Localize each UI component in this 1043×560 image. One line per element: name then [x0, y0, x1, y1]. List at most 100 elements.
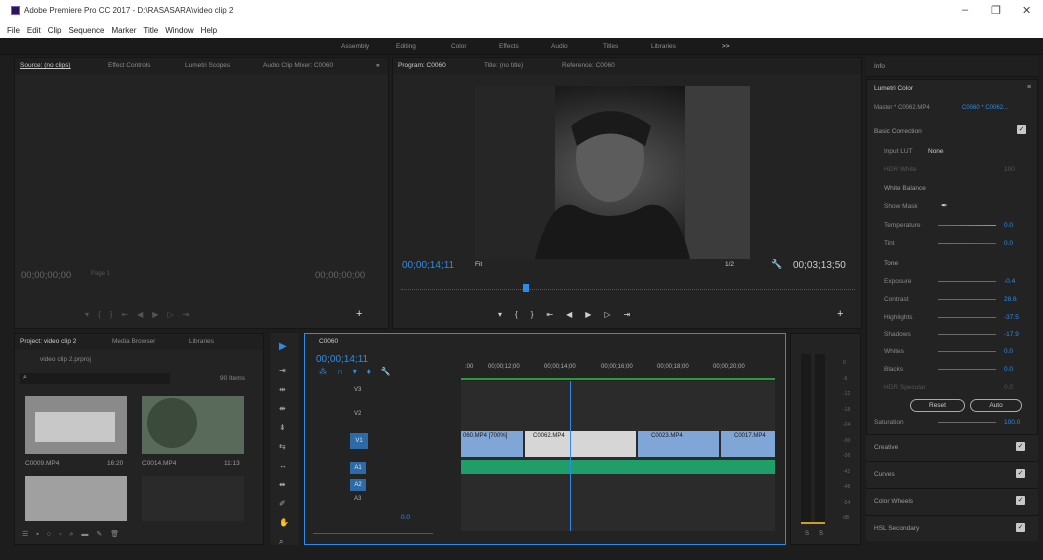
track-a2[interactable]: A2 — [350, 479, 366, 491]
source-transport[interactable]: ▾{}⇤◀▶▷⇥ — [85, 310, 198, 319]
workspace-overflow[interactable]: >> — [722, 43, 730, 50]
clip-thumbnail[interactable] — [142, 476, 244, 521]
workspace-editing[interactable]: Editing — [396, 43, 416, 50]
source-add-button[interactable]: + — [356, 308, 362, 320]
reset-button[interactable]: Reset — [910, 399, 965, 412]
curves-checkbox[interactable]: ✓ — [1016, 469, 1025, 478]
tint-value[interactable]: 0.0 — [1004, 240, 1013, 247]
source-page[interactable]: Page 1 — [91, 271, 110, 277]
menu-sequence[interactable]: Sequence — [68, 26, 104, 35]
project-search-input[interactable]: ⌕ — [20, 373, 170, 384]
tab-program[interactable]: Program: C0060 — [398, 62, 446, 69]
track-v3[interactable]: V3 — [354, 387, 361, 393]
wrench-icon[interactable]: 🔧 — [771, 259, 782, 270]
clip-thumbnail[interactable] — [25, 396, 127, 454]
curves-section[interactable]: Curves ✓ — [866, 461, 1038, 487]
hdr-specular-value[interactable]: 0.0 — [1004, 384, 1013, 391]
program-timecode[interactable]: 00;00;14;11 — [402, 260, 454, 271]
hdr-white-value[interactable]: 100 — [1004, 166, 1015, 173]
highlights-value[interactable]: -37.5 — [1004, 314, 1019, 321]
menu-file[interactable]: File — [7, 26, 20, 35]
menu-help[interactable]: Help — [201, 26, 217, 35]
overflow-icon[interactable]: » — [376, 62, 380, 69]
track-v1[interactable]: V1 — [350, 433, 368, 449]
basic-correction-checkbox[interactable]: ✓ — [1017, 125, 1026, 134]
tab-libraries[interactable]: Libraries — [189, 338, 214, 345]
temperature-slider[interactable] — [938, 225, 996, 226]
tab-effect-controls[interactable]: Effect Controls — [108, 62, 151, 69]
timeline-clip-selected[interactable]: C0062.MP4 — [525, 431, 636, 457]
eyedropper-icon[interactable]: ✒ — [941, 201, 948, 210]
menu-edit[interactable]: Edit — [27, 26, 41, 35]
timeline-timecode[interactable]: 00;00;14;11 — [316, 354, 368, 365]
workspace-titles[interactable]: Titles — [603, 43, 618, 50]
timeline-ruler[interactable]: :00 00;00;12;00 00;00;14;00 00;00;16;00 … — [461, 364, 776, 376]
tone[interactable]: Tone — [884, 260, 898, 267]
shadows-value[interactable]: -17.9 — [1004, 331, 1019, 338]
selection-tool-icon[interactable]: ▶ — [279, 341, 287, 352]
master-volume[interactable]: 0.0 — [401, 514, 410, 521]
workspace-assembly[interactable]: Assembly — [341, 43, 369, 50]
hsl-secondary-checkbox[interactable]: ✓ — [1016, 523, 1025, 532]
saturation-slider[interactable] — [938, 422, 996, 423]
solo-button[interactable]: S — [805, 531, 809, 537]
tool-icons[interactable]: ⇥ ⇹ ⇼ ⇟ ⇆ ↔ ⬌ ✐ ✋ ⌕ — [279, 361, 289, 551]
shadows-slider[interactable] — [938, 334, 996, 335]
tab-info[interactable]: Info — [874, 63, 885, 70]
timeline-tab[interactable]: C0060 — [319, 338, 338, 345]
program-add-button[interactable]: + — [837, 308, 843, 320]
resolution-select[interactable]: 1/2 — [725, 261, 734, 268]
blacks-value[interactable]: 0.0 — [1004, 366, 1013, 373]
timeline-playhead[interactable] — [570, 381, 571, 531]
whites-slider[interactable] — [938, 351, 996, 352]
program-transport[interactable]: ▾{}⇤◀▶▷⇥ — [498, 310, 643, 319]
audio-clip-a1[interactable] — [461, 460, 775, 474]
menu-icon[interactable]: ≡ — [1027, 84, 1031, 91]
workspace-libraries[interactable]: Libraries — [651, 43, 676, 50]
project-footer-tools[interactable]: ☰▪○◦⌕▬✎🗑 — [22, 530, 127, 539]
menu-title[interactable]: Title — [143, 26, 158, 35]
exposure-value[interactable]: -0.4 — [1004, 278, 1015, 285]
hsl-secondary-section[interactable]: HSL Secondary ✓ — [866, 515, 1038, 541]
timeline-clip[interactable]: 060.MP4 [700%] — [461, 431, 523, 457]
solo-button[interactable]: S — [819, 531, 823, 537]
timeline-zoom-scrollbar[interactable] — [313, 533, 433, 538]
auto-button[interactable]: Auto — [970, 399, 1022, 412]
tab-project[interactable]: Project: video clip 2 — [20, 338, 76, 345]
program-playhead[interactable] — [523, 284, 529, 292]
lumetri-clip[interactable]: C0060 * C0062... — [962, 105, 1008, 111]
creative-section[interactable]: Creative ✓ — [866, 434, 1038, 460]
track-a1[interactable]: A1 — [350, 462, 366, 474]
minimize-button[interactable]: – — [962, 4, 968, 16]
menu-clip[interactable]: Clip — [48, 26, 62, 35]
close-button[interactable]: ✕ — [1022, 4, 1031, 17]
fit-select[interactable]: Fit — [475, 261, 482, 268]
color-wheels-checkbox[interactable]: ✓ — [1016, 496, 1025, 505]
white-balance[interactable]: White Balance — [884, 185, 926, 192]
clip-thumbnail[interactable] — [25, 476, 127, 521]
blacks-slider[interactable] — [938, 369, 996, 370]
workspace-color[interactable]: Color — [451, 43, 467, 50]
workspace-effects[interactable]: Effects — [499, 43, 519, 50]
contrast-slider[interactable] — [938, 299, 996, 300]
basic-correction[interactable]: Basic Correction — [874, 128, 922, 135]
whites-value[interactable]: 0.0 — [1004, 348, 1013, 355]
tab-lumetri-scopes[interactable]: Lumetri Scopes — [185, 62, 230, 69]
saturation-value[interactable]: 100.0 — [1004, 419, 1020, 426]
track-v2[interactable]: V2 — [354, 411, 361, 417]
lumetri-title[interactable]: Lumetri Color — [874, 85, 913, 92]
input-lut-select[interactable]: None — [928, 148, 944, 155]
highlights-slider[interactable] — [938, 317, 996, 318]
timeline-tools[interactable]: ⁂∩▾♦🔧 — [319, 367, 401, 376]
timeline-clip[interactable]: C0017.MP4 — [721, 431, 775, 457]
color-wheels-section[interactable]: Color Wheels ✓ — [866, 488, 1038, 514]
menu-window[interactable]: Window — [165, 26, 193, 35]
creative-checkbox[interactable]: ✓ — [1016, 442, 1025, 451]
temperature-value[interactable]: 0.0 — [1004, 222, 1013, 229]
exposure-slider[interactable] — [938, 281, 996, 282]
track-a3[interactable]: A3 — [354, 496, 361, 502]
tab-source[interactable]: Source: (no clips) — [20, 62, 71, 69]
contrast-value[interactable]: 28.6 — [1004, 296, 1017, 303]
clip-thumbnail[interactable] — [142, 396, 244, 454]
maximize-button[interactable]: ❐ — [991, 4, 1001, 17]
